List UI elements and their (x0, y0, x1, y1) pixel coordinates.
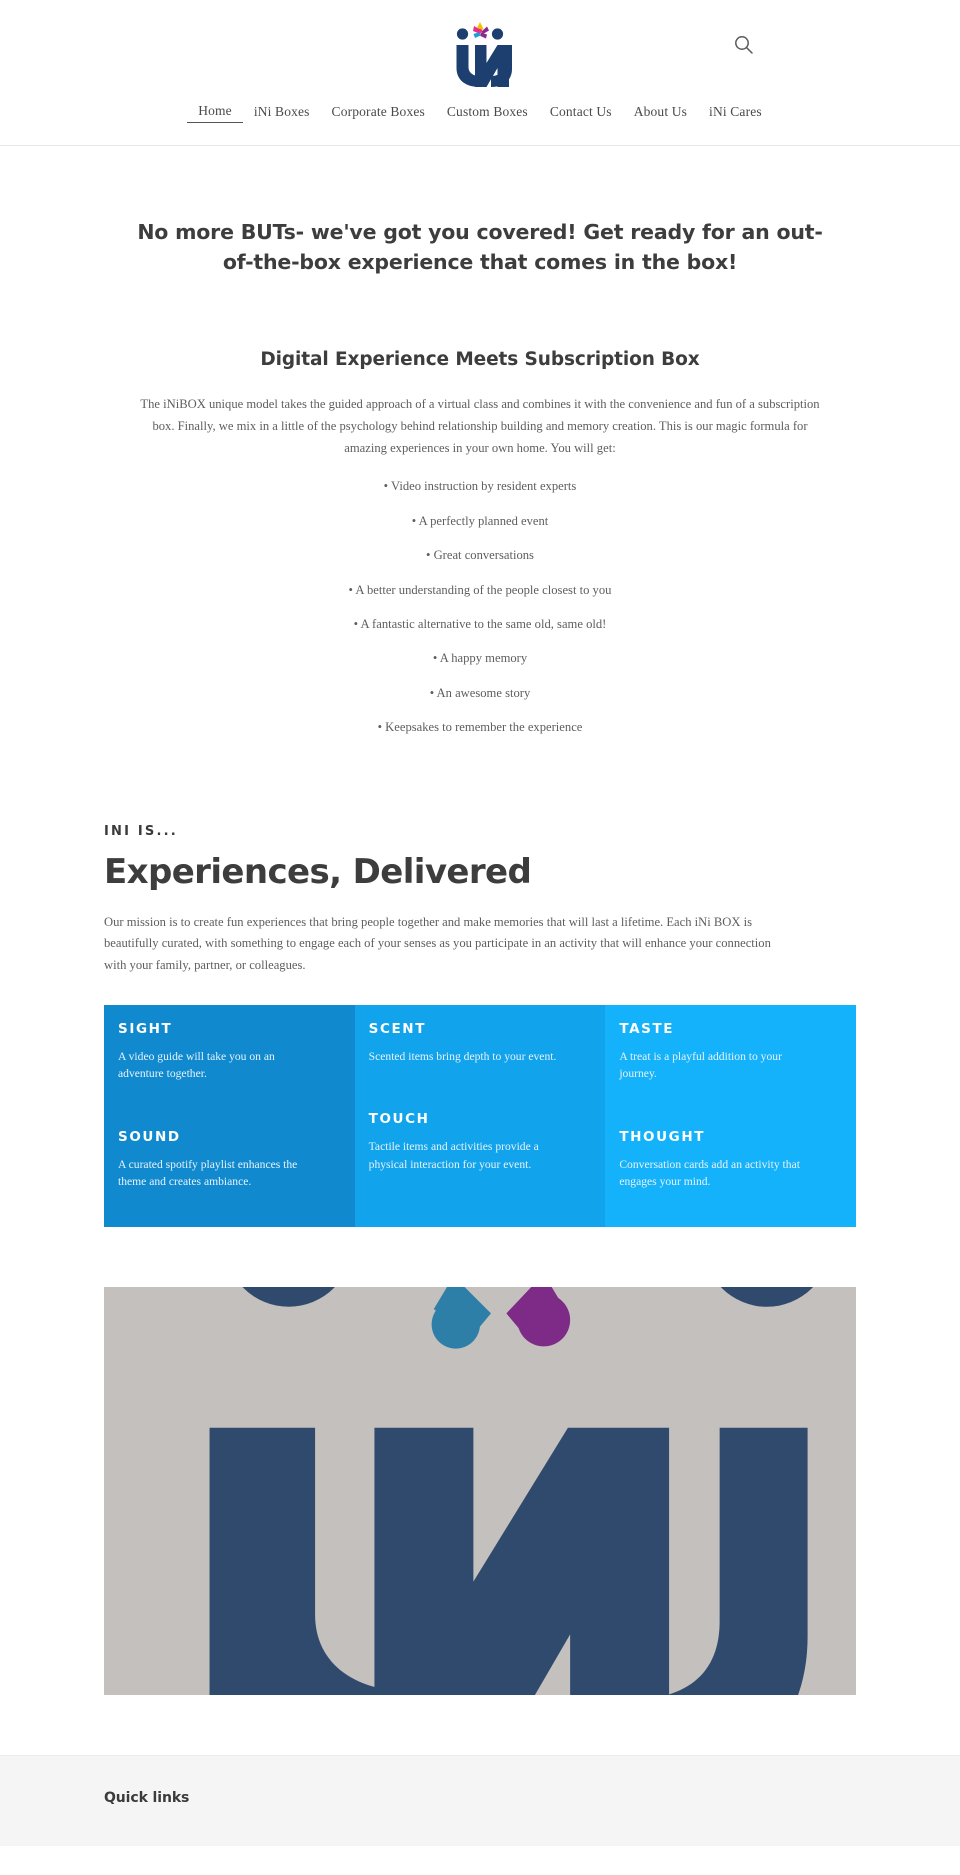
mission-section: INI IS... Experiences, Delivered Our mis… (0, 752, 960, 977)
sense-card-sight: SIGHT A video guide will take you on an … (118, 1021, 341, 1083)
sense-description: A curated spotify playlist enhances the … (118, 1157, 298, 1189)
senses-column-1: SIGHT A video guide will take you on an … (104, 1004, 355, 1227)
list-item: • Video instruction by resident experts (383, 479, 577, 494)
logo-wrap (0, 14, 960, 92)
sense-card-taste: TASTE A treat is a playful addition to y… (619, 1021, 842, 1083)
nav-item-home[interactable]: Home (187, 102, 243, 123)
list-item: • A happy memory (432, 651, 528, 666)
sense-card-touch: TOUCH Tactile items and activities provi… (369, 1111, 592, 1173)
main-navigation: Home iNi Boxes Corporate Boxes Custom Bo… (0, 92, 960, 145)
list-item: • A fantastic alternative to the same ol… (353, 616, 607, 631)
sense-title: TASTE (619, 1020, 675, 1037)
sense-description: Tactile items and activities provide a p… (368, 1140, 539, 1171)
senses-column-2: SCENT Scented items bring depth to your … (354, 1004, 606, 1227)
search-button[interactable] (733, 34, 755, 56)
logo-image-banner (104, 1286, 856, 1695)
ini-banner-graphic (104, 1286, 856, 1695)
intro-heading: Digital Experience Meets Subscription Bo… (260, 349, 700, 371)
list-item: • A perfectly planned event (411, 513, 549, 528)
page-root: Home iNi Boxes Corporate Boxes Custom Bo… (0, 0, 960, 1846)
intro-section: Digital Experience Meets Subscription Bo… (0, 277, 960, 738)
site-footer: Quick links (0, 1754, 960, 1846)
footer-quick-links-heading: Quick links (104, 1789, 190, 1806)
sense-description: A treat is a playful addition to your jo… (619, 1049, 782, 1081)
sense-card-thought: THOUGHT Conversation cards add an activi… (619, 1129, 842, 1191)
list-item: • Great conversations (426, 548, 534, 563)
sense-description: A video guide will take you on an advent… (118, 1049, 275, 1081)
mission-eyebrow: INI IS... (104, 823, 178, 839)
sense-title: TOUCH (368, 1111, 430, 1128)
sense-title: SCENT (368, 1020, 427, 1037)
list-item: • Keepsakes to remember the experience (377, 720, 583, 735)
nav-item-contact-us[interactable]: Contact Us (539, 103, 623, 122)
nav-item-corporate-boxes[interactable]: Corporate Boxes (321, 103, 436, 122)
sense-title: THOUGHT (619, 1128, 706, 1145)
hero-banner: No more BUTs- we've got you covered! Get… (0, 146, 960, 277)
sense-card-sound: SOUND A curated spotify playlist enhance… (118, 1129, 341, 1191)
list-item: • An awesome story (429, 685, 531, 700)
benefits-list: • Video instruction by resident experts … (104, 476, 856, 738)
ini-logo-icon (456, 22, 512, 87)
hero-headline: No more BUTs- we've got you covered! Get… (137, 219, 823, 274)
sense-title: SOUND (118, 1128, 181, 1145)
sense-title: SIGHT (118, 1020, 173, 1037)
nav-item-about-us[interactable]: About Us (623, 103, 698, 122)
nav-item-ini-boxes[interactable]: iNi Boxes (243, 103, 321, 122)
nav-item-ini-cares[interactable]: iNi Cares (698, 103, 773, 122)
mission-heading: Experiences, Delivered (104, 851, 532, 892)
list-item: • A better understanding of the people c… (348, 582, 612, 597)
site-logo[interactable] (444, 18, 516, 88)
sense-card-scent: SCENT Scented items bring depth to your … (369, 1021, 592, 1066)
nav-item-custom-boxes[interactable]: Custom Boxes (436, 103, 539, 122)
site-header: Home iNi Boxes Corporate Boxes Custom Bo… (0, 0, 960, 146)
sense-description: Conversation cards add an activity that … (619, 1157, 800, 1189)
search-icon (735, 36, 753, 54)
mission-paragraph: Our mission is to create fun experiences… (104, 914, 771, 972)
sense-description: Scented items bring depth to your event. (368, 1049, 557, 1063)
senses-column-3: TASTE A treat is a playful addition to y… (605, 1004, 856, 1227)
intro-paragraph: The iNiBOX unique model takes the guided… (140, 397, 820, 455)
senses-grid: SIGHT A video guide will take you on an … (104, 1004, 856, 1227)
